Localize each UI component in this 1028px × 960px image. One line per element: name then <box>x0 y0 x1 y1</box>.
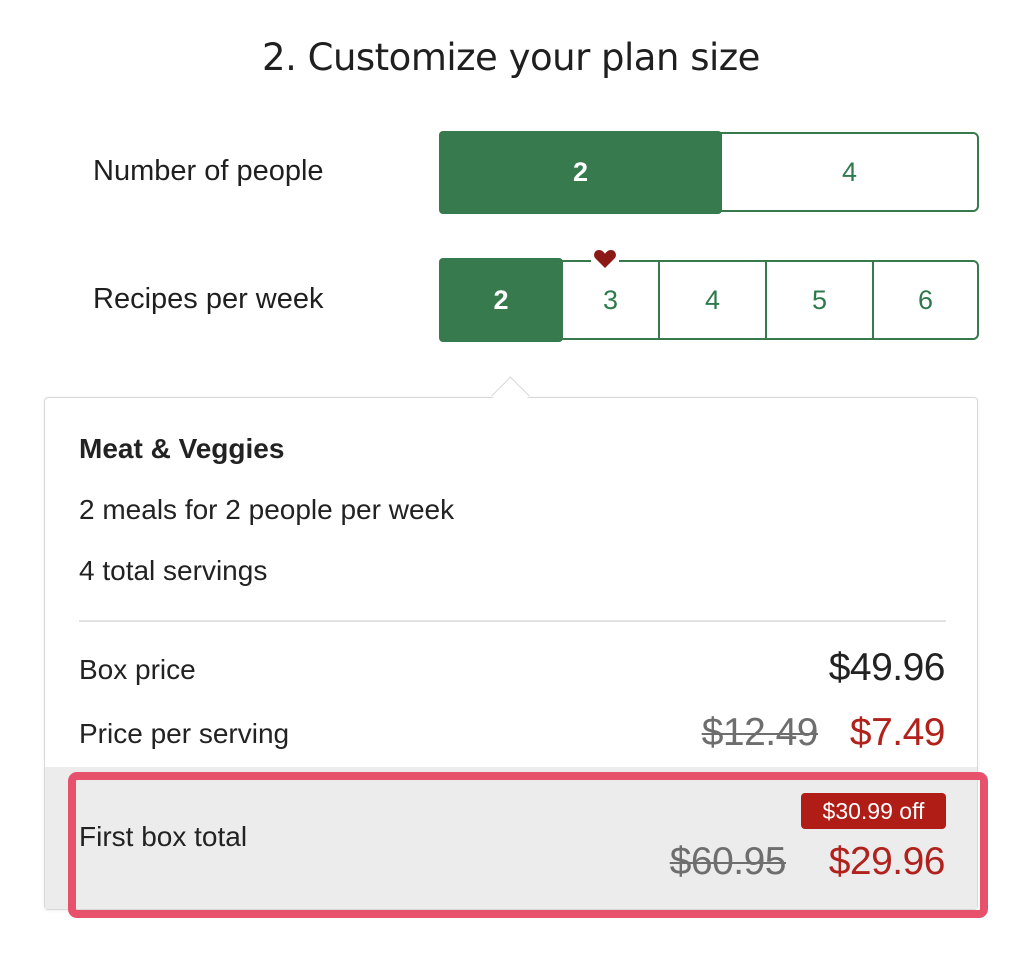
recipes-label: Recipes per week <box>93 283 324 315</box>
people-option-4[interactable]: 4 <box>720 132 979 212</box>
recipes-option-6[interactable]: 6 <box>872 260 979 340</box>
people-option-label: 4 <box>841 156 858 187</box>
box-price-value: $49.96 <box>828 646 946 689</box>
per-serving-original-price: $12.49 <box>701 711 819 754</box>
plan-name: Meat & Veggies <box>79 433 285 464</box>
people-option-label: 2 <box>572 157 589 187</box>
recipes-option-label: 5 <box>811 284 828 315</box>
box-price-label: Box price <box>79 654 196 685</box>
page-title: 2. Customize your plan size <box>262 36 760 79</box>
recipes-option-4[interactable]: 4 <box>658 260 767 340</box>
servings-line: 4 total servings <box>79 555 268 586</box>
recipes-option-2[interactable]: 2 <box>439 258 563 342</box>
recipes-option-label: 6 <box>917 284 934 315</box>
recipes-option-label: 3 <box>602 284 619 315</box>
heart-icon <box>591 247 619 271</box>
people-option-2[interactable]: 2 <box>439 131 722 214</box>
divider <box>79 620 946 622</box>
recipes-option-label: 4 <box>704 284 721 315</box>
per-serving-label: Price per serving <box>79 718 290 749</box>
per-serving-discounted-price: $7.49 <box>849 711 946 754</box>
meals-line: 2 meals for 2 people per week <box>79 494 455 525</box>
recipes-option-label: 2 <box>493 284 509 315</box>
highlight-box <box>68 772 988 918</box>
recipes-option-5[interactable]: 5 <box>765 260 874 340</box>
people-label: Number of people <box>93 155 324 187</box>
recipes-option-3[interactable]: 3 <box>561 260 660 340</box>
